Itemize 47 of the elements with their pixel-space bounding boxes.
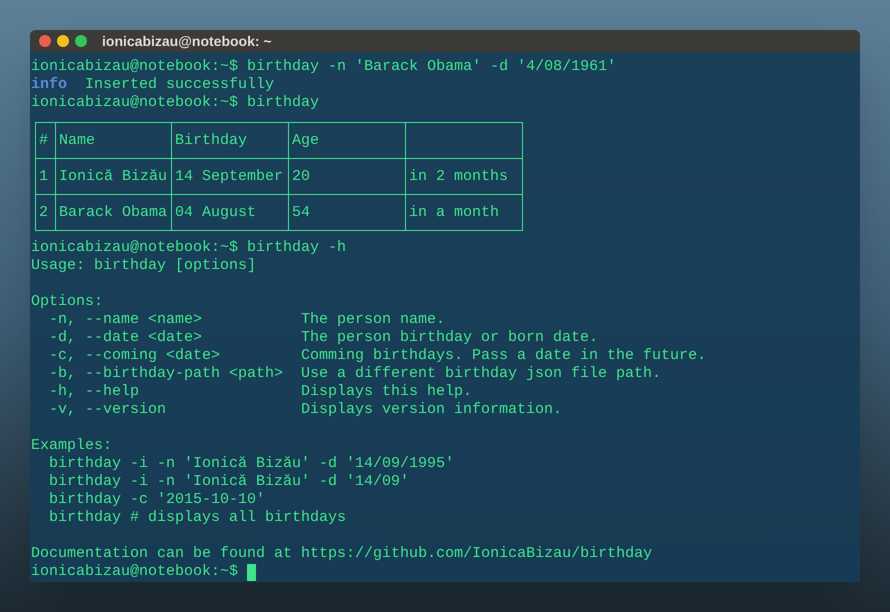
option-description: Displays version information.	[301, 401, 562, 419]
table-cell: Ionică Bizău	[59, 168, 168, 186]
command-text: birthday -h	[247, 239, 346, 257]
command-text: birthday -n 'Barack Obama' -d '4/08/1961'	[247, 58, 616, 76]
shell-prompt: ionicabizau@notebook:~$	[31, 58, 238, 76]
example-command: birthday # displays all birthdays	[49, 509, 346, 526]
example-command: birthday -c '2015-10-10'	[49, 491, 266, 508]
option-switch-text: -h, --help	[49, 383, 140, 400]
option-switch-text: -b, --birthday-path <path>	[49, 365, 284, 382]
table-cell: 2	[39, 204, 48, 222]
output-text: Options:	[31, 293, 104, 310]
table-cell: 20	[292, 168, 310, 186]
column-header: Birthday	[175, 132, 248, 150]
column-header: #	[39, 132, 48, 150]
maximize-icon[interactable]	[75, 35, 87, 47]
column-header: Name	[59, 132, 96, 150]
shell-prompt: ionicabizau@notebook:~$	[31, 563, 238, 581]
table-cell: 04 August	[175, 204, 256, 222]
shell-prompt: ionicabizau@notebook:~$	[31, 239, 238, 257]
table-cell: in 2 months	[409, 168, 508, 186]
shell-prompt: ionicabizau@notebook:~$	[31, 94, 238, 112]
option-switch-text: -n, --name <name>	[49, 311, 202, 328]
info-tag: info	[31, 76, 68, 94]
table-cell: 1	[39, 168, 48, 186]
option-switch-text: -c, --coming <date>	[49, 347, 220, 364]
table-cell: 54	[292, 204, 310, 222]
output-text: Examples:	[31, 437, 112, 454]
option-description: The person birthday or born date.	[301, 329, 598, 347]
output-text: Usage: birthday [options]	[31, 257, 256, 274]
option-switch-text: -d, --date <date>	[49, 329, 202, 346]
example-command: birthday -i -n 'Ionică Bizău' -d '14/09'	[49, 473, 410, 490]
table-cell: in a month	[409, 204, 500, 222]
output-text: Documentation can be found at https://github.com/IonicaBizau/birthday	[31, 545, 652, 562]
command-text: birthday	[247, 94, 320, 112]
option-description: The person name.	[301, 311, 446, 329]
option-switch-text: -v, --version	[49, 401, 166, 418]
table-cell: 14 September	[175, 168, 284, 186]
column-header: Age	[292, 132, 320, 150]
table-cell: Barack Obama	[59, 204, 168, 222]
option-description: Displays this help.	[301, 383, 472, 401]
close-icon[interactable]	[39, 35, 51, 47]
option-description: Use a different birthday json file path.	[301, 365, 662, 383]
option-description: Comming birthdays. Pass a date in the future.	[301, 347, 706, 365]
window-title: ionicabizau@notebook: ~	[102, 32, 272, 50]
example-command: birthday -i -n 'Ionică Bizău' -d '14/09/1995'	[49, 455, 454, 472]
info-message: Inserted successfully	[85, 76, 274, 94]
minimize-icon[interactable]	[57, 35, 69, 47]
